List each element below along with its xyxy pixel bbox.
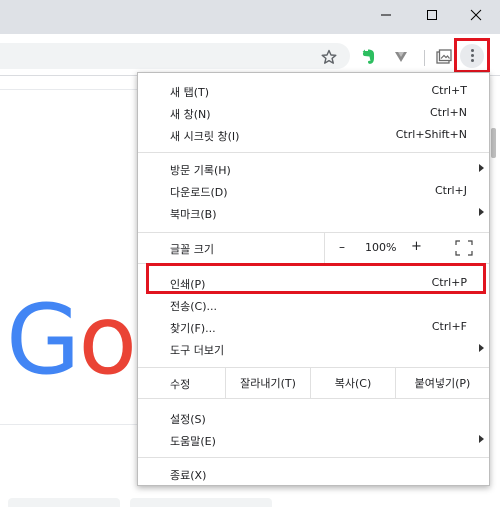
page-divider (0, 89, 140, 90)
browser-toolbar (0, 34, 500, 76)
address-bar[interactable] (0, 43, 350, 69)
menu-item-incognito[interactable]: 새 시크릿 창(I) Ctrl+Shift+N (138, 124, 489, 146)
menu-separator (138, 457, 489, 458)
menu-item-history[interactable]: 방문 기록(H) (138, 158, 489, 180)
menu-edit-row: 수정 잘라내기(T) 복사(C) 붙여넣기(P) (138, 368, 489, 398)
maximize-icon (427, 10, 437, 20)
menu-item-settings[interactable]: 설정(S) (138, 407, 489, 429)
shortcut-tile[interactable] (8, 498, 120, 507)
submenu-arrow-icon (479, 164, 484, 172)
menu-item-new-tab[interactable]: 새 탭(T) Ctrl+T (138, 80, 489, 102)
evernote-extension-button[interactable] (358, 46, 380, 68)
cut-button[interactable]: 잘라내기(T) (225, 368, 310, 398)
menu-item-exit[interactable]: 종료(X) (138, 463, 489, 485)
gallery-extension-button[interactable] (433, 46, 455, 68)
close-window-button[interactable] (456, 0, 496, 30)
submenu-arrow-icon (479, 435, 484, 443)
print-highlight-box (146, 263, 486, 294)
menu-separator (138, 152, 489, 153)
menu-item-more-tools[interactable]: 도구 더보기 (138, 338, 489, 360)
zoom-in-button[interactable]: + (411, 239, 422, 254)
gallery-icon (436, 49, 452, 64)
menu-item-bookmarks[interactable]: 북마크(B) (138, 202, 489, 224)
menu-item-help[interactable]: 도움말(E) (138, 429, 489, 451)
submenu-arrow-icon (479, 208, 484, 216)
menu-item-find[interactable]: 찾기(F)... Ctrl+F (138, 316, 489, 338)
menu-item-downloads[interactable]: 다운로드(D) Ctrl+J (138, 180, 489, 202)
zoom-level: 100% (365, 241, 397, 254)
page-divider (0, 424, 140, 425)
toolbar-divider (424, 50, 425, 66)
close-icon (470, 9, 482, 21)
star-icon (321, 49, 337, 64)
menu-item-cast[interactable]: 전송(C)... (138, 294, 489, 316)
chrome-main-menu: 새 탭(T) Ctrl+T 새 창(N) Ctrl+N 새 시크릿 창(I) C… (137, 72, 490, 486)
zoom-out-button[interactable]: – (339, 240, 345, 254)
shortcut-tile[interactable] (130, 498, 272, 507)
copy-button[interactable]: 복사(C) (310, 368, 395, 398)
chrome-menu-button[interactable] (454, 38, 490, 73)
paste-button[interactable]: 붙여넣기(P) (395, 368, 489, 398)
menu-zoom-row: 글꼴 크기 – 100% + (138, 233, 489, 263)
page-scrollbar[interactable] (491, 128, 497, 438)
maximize-button[interactable] (412, 0, 452, 30)
menu-item-new-window[interactable]: 새 창(N) Ctrl+N (138, 102, 489, 124)
minimize-icon (381, 14, 391, 16)
kebab-menu-icon (460, 43, 484, 68)
title-bar (0, 0, 500, 34)
submenu-arrow-icon (479, 344, 484, 352)
menu-separator (138, 398, 489, 399)
bookmark-star-button[interactable] (318, 46, 340, 68)
fullscreen-icon[interactable] (455, 240, 473, 256)
minimize-button[interactable] (366, 0, 406, 30)
vee-extension-icon (395, 52, 407, 62)
zoom-controls: – 100% + (324, 233, 489, 263)
evernote-icon (362, 49, 375, 64)
vee-extension-button[interactable] (390, 46, 412, 68)
